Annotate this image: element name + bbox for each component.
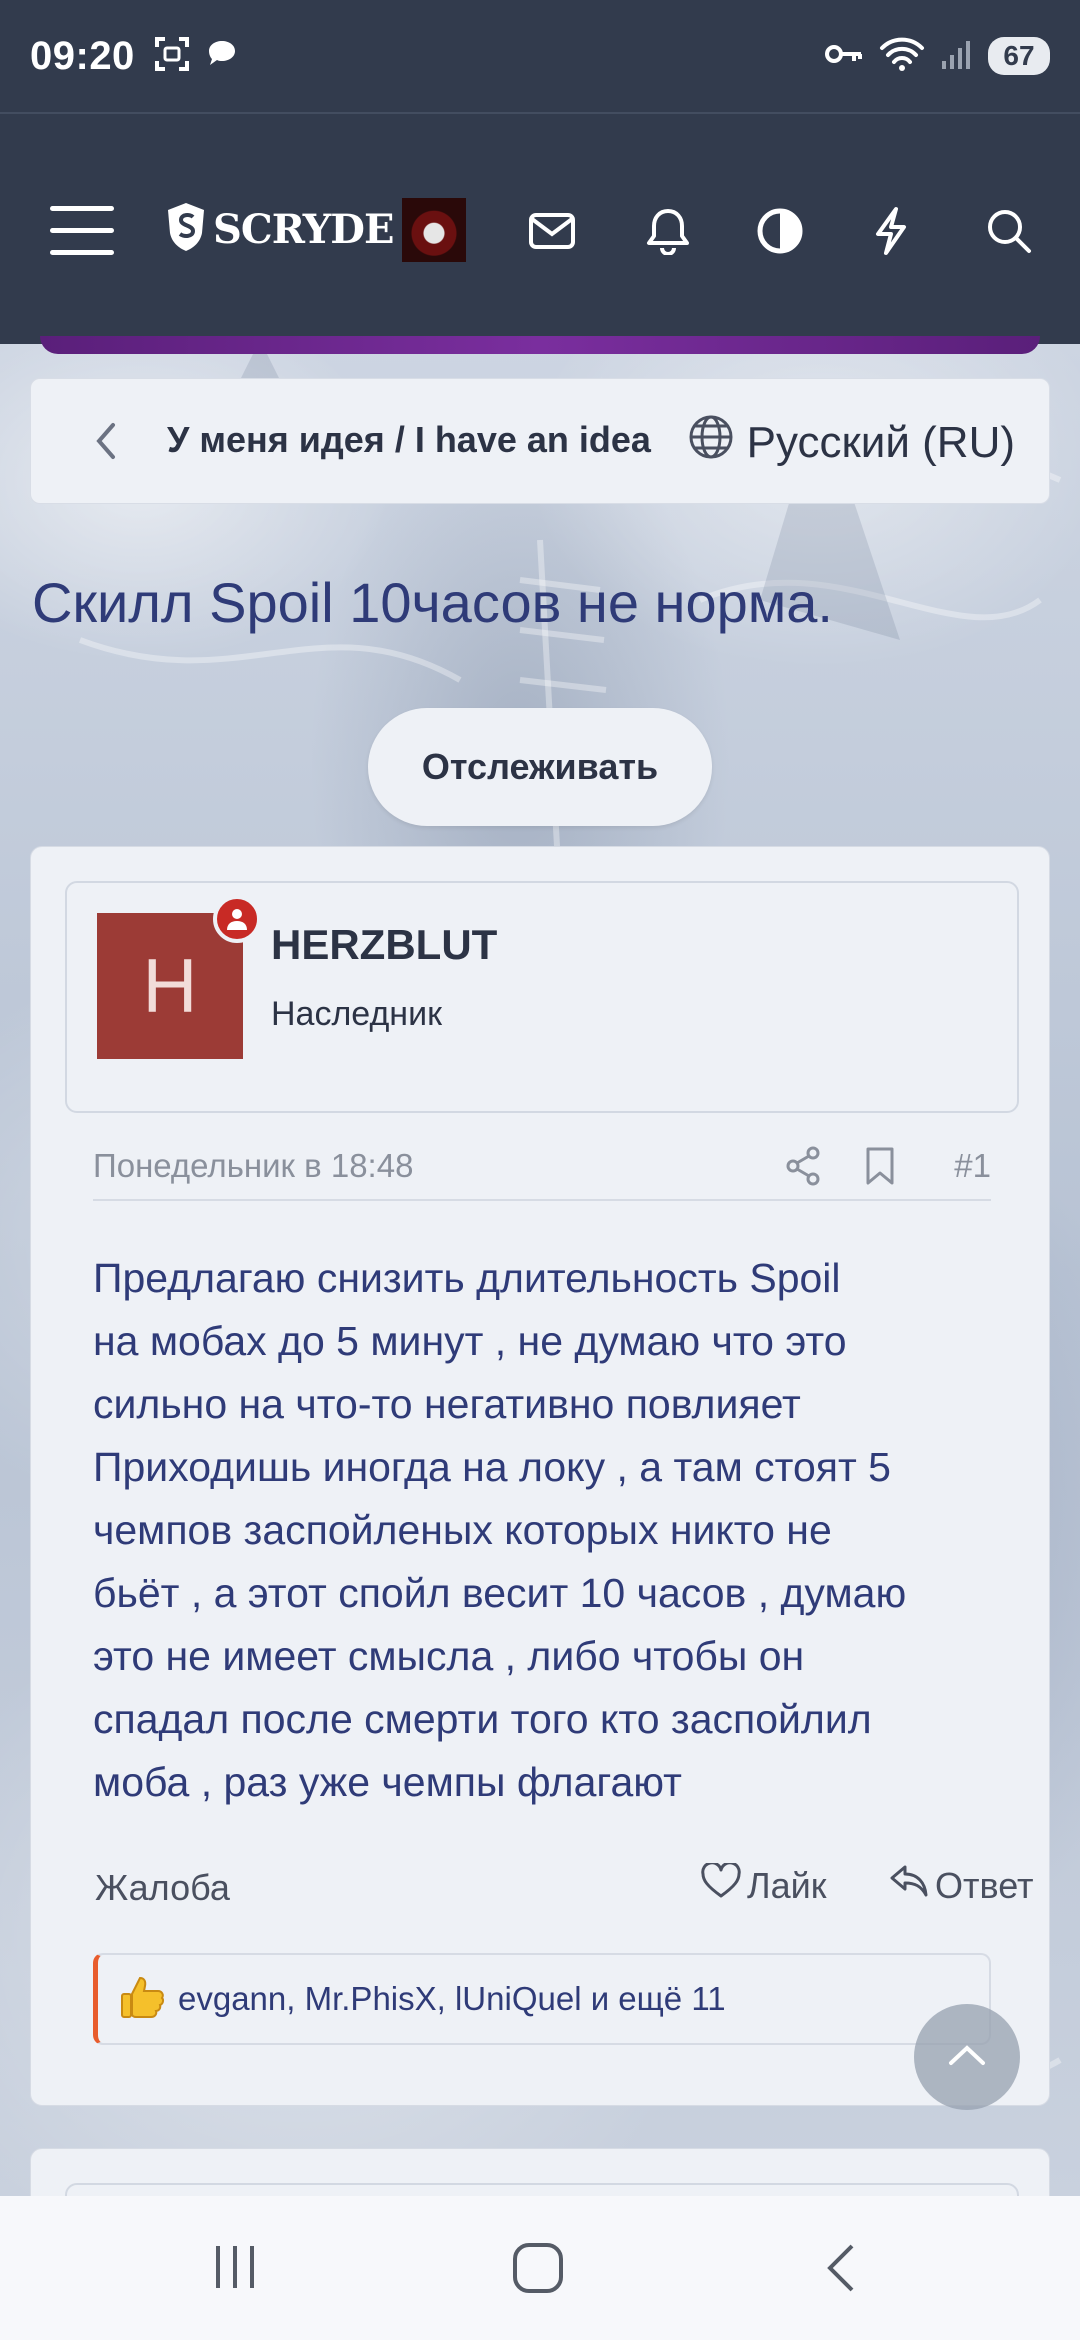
post-body-line: на мобах до 5 минут , не думаю что это: [93, 1318, 847, 1364]
lightning-icon[interactable]: [864, 204, 918, 258]
status-time: 09:20: [30, 33, 135, 78]
chevron-left-icon[interactable]: [91, 419, 119, 468]
screenshot-icon: [153, 35, 191, 78]
post-body-line: чемпов заспойленых которых никто не: [93, 1507, 832, 1553]
reply-button[interactable]: Ответ: [889, 1863, 1034, 1908]
signal-icon: [940, 37, 974, 76]
post-body-line: спадал после смерти того кто заспойлил: [93, 1696, 872, 1742]
home-icon[interactable]: [512, 2242, 564, 2299]
reactions-bar: evgann, Mr.PhisX, lUniQuel и ещё 11: [93, 1953, 991, 2045]
recent-apps-icon[interactable]: [210, 2242, 260, 2297]
post-body-line: это не имеет смысла , либо чтобы он: [93, 1633, 805, 1679]
breadcrumb-forum-link[interactable]: У меня идея / I have an idea: [167, 419, 651, 461]
system-navigation-bar: [0, 2196, 1080, 2340]
share-icon[interactable]: [783, 1145, 823, 1192]
reactions-list[interactable]: evgann, Mr.PhisX, lUniQuel и ещё 11: [178, 1980, 726, 2018]
banner-edge: [40, 336, 1040, 354]
reply-label: Ответ: [935, 1864, 1034, 1906]
post-body: Предлагаю снизить длительность Spoil на …: [93, 1247, 1013, 1814]
like-button[interactable]: Лайк: [701, 1861, 827, 1908]
bell-icon[interactable]: [641, 204, 695, 258]
contrast-icon[interactable]: [753, 204, 807, 258]
post-actions: Жалоба Лайк Ответ: [93, 1857, 1034, 1917]
post-number[interactable]: #1: [954, 1147, 991, 1185]
page-title: Скилл Spoil 10часов не норма.: [32, 571, 833, 634]
post-body-line: Предлагаю снизить длительность Spoil: [93, 1255, 841, 1301]
online-user-icon: [213, 895, 261, 943]
post-author-block: H HERZBLUT Наследник: [65, 881, 1019, 1113]
site-logo[interactable]: SCRYDE: [165, 201, 394, 258]
bookmark-icon[interactable]: [863, 1145, 897, 1192]
status-bar: 09:20 67: [0, 0, 1080, 112]
heart-icon: [701, 1861, 741, 1908]
post-card: H HERZBLUT Наследник Понедельник в 18:48…: [30, 846, 1050, 2106]
globe-icon: [687, 413, 735, 472]
reply-arrow-icon: [889, 1863, 929, 1908]
thumbs-up-icon: [118, 1972, 168, 2027]
logo-text: SCRYDE: [213, 206, 394, 253]
post-author-title: Наследник: [271, 995, 442, 1033]
event-avatar-image[interactable]: [402, 198, 466, 262]
search-icon[interactable]: [982, 204, 1036, 258]
battery-indicator: 67: [988, 37, 1050, 75]
chat-bubble-icon: [205, 37, 239, 76]
vpn-key-icon: [824, 39, 864, 74]
follow-button[interactable]: Отслеживать: [368, 708, 712, 826]
post-body-line: моба , раз уже чемпы флагают: [93, 1759, 682, 1805]
back-icon[interactable]: [820, 2242, 860, 2299]
post-body-line: сильно на что-то негативно повлияет: [93, 1381, 801, 1427]
wifi-icon: [878, 36, 926, 77]
shield-logo-icon: [165, 201, 207, 258]
post-author-name[interactable]: HERZBLUT: [271, 921, 497, 969]
language-label: Русский (RU): [746, 417, 1015, 467]
report-link[interactable]: Жалоба: [95, 1867, 230, 1909]
like-label: Лайк: [747, 1864, 827, 1906]
header-nav: SCRYDE: [0, 112, 1080, 344]
menu-icon[interactable]: [50, 206, 114, 256]
breadcrumb: У меня идея / I have an idea Русский (RU…: [30, 378, 1050, 504]
mail-icon[interactable]: [525, 204, 579, 258]
post-meta: Понедельник в 18:48 #1: [93, 1145, 991, 1201]
chevron-up-icon: [947, 2043, 987, 2072]
post-body-line: бьёт , а этот спойл весит 10 часов , дум…: [93, 1570, 907, 1616]
post-body-line: Приходишь иногда на локу , а там стоят 5: [93, 1444, 891, 1490]
post-date[interactable]: Понедельник в 18:48: [93, 1147, 413, 1185]
language-selector[interactable]: Русский (RU): [687, 413, 1015, 472]
scroll-to-top-button[interactable]: [914, 2004, 1020, 2110]
